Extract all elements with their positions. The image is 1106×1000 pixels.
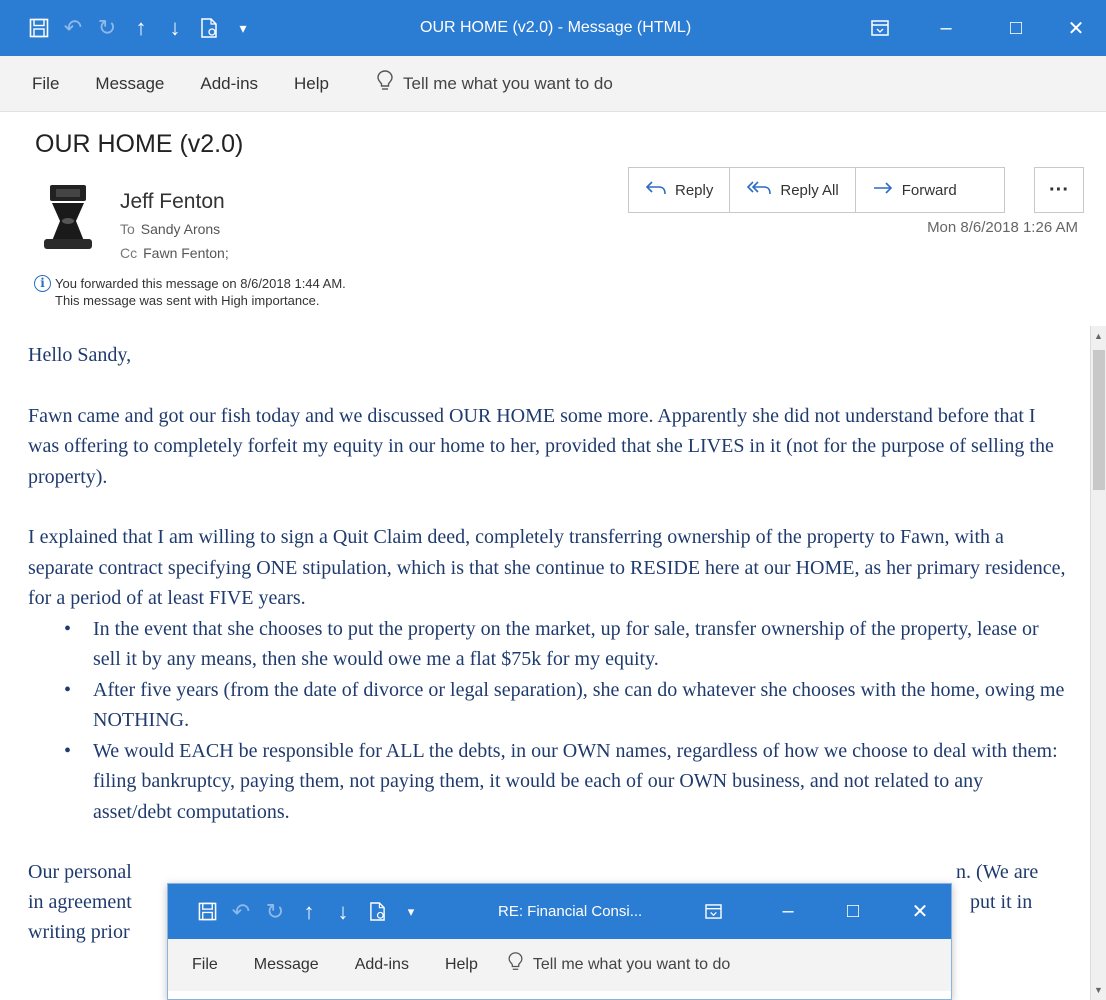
to-line: To Sandy Arons: [120, 221, 220, 237]
reply-all-icon: [746, 179, 772, 202]
redo-icon[interactable]: ↻: [90, 0, 124, 56]
vertical-scrollbar[interactable]: ▲ ▼: [1090, 326, 1106, 1000]
close-icon[interactable]: ✕: [1046, 0, 1106, 56]
para3-line2-end: put it in: [970, 891, 1033, 913]
maximize-icon[interactable]: □: [823, 884, 883, 939]
next-item-icon[interactable]: ↓: [326, 884, 360, 939]
message-subject: OUR HOME (v2.0): [35, 130, 244, 158]
greeting: Hello Sandy,: [28, 344, 132, 366]
ribbon-display-icon[interactable]: [683, 884, 743, 939]
next-item-icon[interactable]: ↓: [158, 0, 192, 56]
ribbon-display-icon[interactable]: [850, 0, 910, 56]
list-item: We would EACH be responsible for ALL the…: [64, 736, 1066, 828]
menu-help[interactable]: Help: [276, 56, 347, 112]
undo-icon[interactable]: ↶: [56, 0, 90, 56]
redo-icon[interactable]: ↻: [258, 884, 292, 939]
to-label: To: [120, 221, 135, 237]
menu-addins[interactable]: Add-ins: [182, 56, 276, 112]
menu-message[interactable]: Message: [236, 939, 337, 991]
list-item: After five years (from the date of divor…: [64, 675, 1066, 736]
maximize-icon[interactable]: □: [986, 0, 1046, 56]
attach-file-icon[interactable]: [192, 0, 226, 56]
tell-me-search[interactable]: Tell me what you want to do: [347, 69, 613, 98]
tell-me-label: Tell me what you want to do: [403, 73, 613, 93]
scroll-thumb[interactable]: [1093, 350, 1105, 490]
stipulation-list: In the event that she chooses to put the…: [0, 614, 1090, 828]
attach-file-icon[interactable]: [360, 884, 394, 939]
reply-menu-bar: File Message Add-ins Help Tell me what y…: [168, 939, 951, 991]
info-importance: This message was sent with High importan…: [55, 293, 320, 308]
sent-date: Mon 8/6/2018 1:26 AM: [927, 219, 1078, 236]
save-icon[interactable]: [190, 884, 224, 939]
more-actions-button[interactable]: ···: [1034, 167, 1084, 213]
tell-me-search[interactable]: Tell me what you want to do: [496, 952, 730, 978]
info-bar: i You forwarded this message on 8/6/2018…: [34, 275, 346, 309]
response-actions: Reply Reply All Forward: [628, 167, 1005, 213]
tell-me-label: Tell me what you want to do: [532, 956, 731, 973]
forward-button[interactable]: Forward: [856, 168, 1004, 212]
customize-toolbar-icon[interactable]: ▾: [394, 884, 428, 939]
lightbulb-icon: [508, 952, 523, 978]
menu-file[interactable]: File: [174, 939, 236, 991]
info-forwarded[interactable]: You forwarded this message on 8/6/2018 1…: [55, 275, 346, 292]
reply-window[interactable]: ↶ ↻ ↑ ↓ ▾ RE: Financial Consi... – □ ✕ F…: [167, 883, 952, 1000]
previous-item-icon[interactable]: ↑: [124, 0, 158, 56]
reply-quick-access-toolbar: ↶ ↻ ↑ ↓ ▾: [190, 884, 428, 939]
reply-label: Reply: [675, 181, 714, 199]
forward-icon: [872, 179, 894, 202]
minimize-icon[interactable]: –: [758, 884, 818, 939]
menu-file[interactable]: File: [14, 56, 77, 112]
undo-icon[interactable]: ↶: [224, 884, 258, 939]
cc-line: Cc Fawn Fenton;: [120, 245, 229, 261]
cc-recipient[interactable]: Fawn Fenton;: [143, 245, 229, 261]
reply-icon: [645, 179, 667, 202]
body-paragraph-2: I explained that I am willing to sign a …: [28, 526, 1066, 609]
scroll-down-icon[interactable]: ▼: [1091, 982, 1106, 998]
reply-window-title-bar: ↶ ↻ ↑ ↓ ▾ RE: Financial Consi... – □ ✕: [168, 884, 951, 939]
sender-name[interactable]: Jeff Fenton: [120, 190, 225, 214]
avatar: [38, 183, 98, 253]
lightbulb-icon: [377, 69, 393, 98]
menu-bar: File Message Add-ins Help Tell me what y…: [0, 56, 1106, 112]
menu-message[interactable]: Message: [77, 56, 182, 112]
info-icon: i: [34, 275, 51, 292]
window-title: OUR HOME (v2.0) - Message (HTML): [420, 19, 692, 36]
body-paragraph-1: Fawn came and got our fish today and we …: [28, 404, 1054, 488]
reply-window-title: RE: Financial Consi...: [498, 903, 643, 920]
quick-access-toolbar: ↶ ↻ ↑ ↓ ▾: [22, 0, 260, 56]
para3-line1-end: n. (We are: [956, 861, 1039, 883]
save-icon[interactable]: [22, 0, 56, 56]
reply-all-button[interactable]: Reply All: [730, 168, 856, 212]
para3-line1-start: Our personal: [28, 861, 132, 883]
forward-label: Forward: [901, 181, 957, 199]
para3-line3-start: writing prior: [28, 921, 130, 943]
close-icon[interactable]: ✕: [890, 884, 950, 939]
title-bar: ↶ ↻ ↑ ↓ ▾ OUR HOME (v2.0) - Message (HTM…: [0, 0, 1106, 56]
to-recipient[interactable]: Sandy Arons: [141, 221, 220, 237]
para3-line2-start: in agreement: [28, 891, 132, 913]
customize-toolbar-icon[interactable]: ▾: [226, 0, 260, 56]
menu-help[interactable]: Help: [427, 939, 496, 991]
previous-item-icon[interactable]: ↑: [292, 884, 326, 939]
menu-addins[interactable]: Add-ins: [337, 939, 427, 991]
reply-all-label: Reply All: [780, 181, 839, 199]
list-item: In the event that she chooses to put the…: [64, 614, 1066, 675]
cc-label: Cc: [120, 245, 138, 261]
minimize-icon[interactable]: –: [916, 0, 976, 56]
reply-button[interactable]: Reply: [629, 168, 731, 212]
scroll-up-icon[interactable]: ▲: [1091, 328, 1106, 344]
